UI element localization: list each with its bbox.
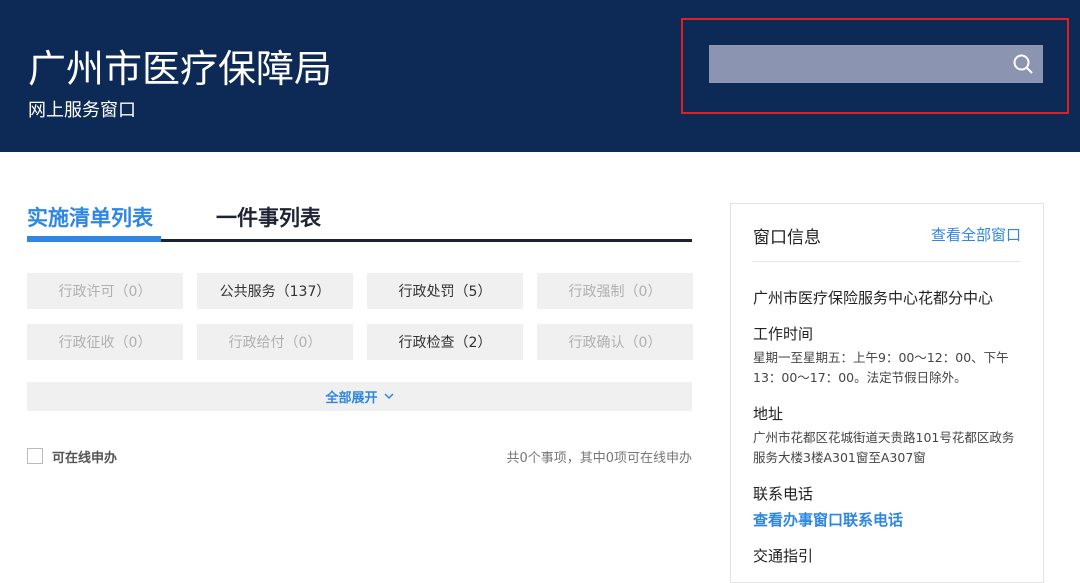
- category-admin-payment[interactable]: 行政给付（0）: [197, 324, 353, 360]
- panel-title: 窗口信息: [753, 228, 821, 248]
- tab-one-thing-list[interactable]: 一件事列表: [216, 202, 321, 232]
- window-info-panel: 窗口信息 查看全部窗口 广州市医疗保险服务中心花都分中心 工作时间 星期一至星期…: [730, 203, 1044, 583]
- chevron-down-icon: [383, 393, 394, 400]
- category-admin-confirmation[interactable]: 行政确认（0）: [537, 324, 693, 360]
- page-subtitle: 网上服务窗口: [28, 100, 136, 121]
- address-heading: 地址: [753, 405, 784, 423]
- phone-heading: 联系电话: [753, 485, 814, 503]
- expand-all-label: 全部展开: [325, 391, 378, 406]
- view-all-windows-link[interactable]: 查看全部窗口: [931, 224, 1021, 245]
- online-checkbox[interactable]: [27, 448, 43, 464]
- category-public-service[interactable]: 公共服务（137）: [197, 273, 353, 309]
- hours-text: 星期一至星期五：上午9：00～12：00、下午13：00～17：00。法定节假日…: [753, 350, 1009, 385]
- online-checkbox-label: 可在线申办: [52, 451, 118, 466]
- panel-divider: [753, 261, 1021, 262]
- center-name: 广州市医疗保险服务中心花都分中心: [753, 289, 994, 307]
- category-admin-penalty[interactable]: 行政处罚（5）: [367, 273, 523, 309]
- tab-implementation-list[interactable]: 实施清单列表: [27, 202, 153, 232]
- category-admin-license[interactable]: 行政许可（0）: [27, 273, 183, 309]
- search-input[interactable]: [709, 45, 1043, 83]
- category-admin-inspection[interactable]: 行政检查（2）: [367, 324, 523, 360]
- page-title: 广州市医疗保障局: [28, 47, 333, 91]
- active-tab-indicator: [27, 236, 161, 242]
- traffic-heading: 交通指引: [753, 547, 814, 565]
- category-admin-enforcement[interactable]: 行政强制（0）: [537, 273, 693, 309]
- tab-bar: 实施清单列表 一件事列表: [27, 196, 692, 242]
- search-icon[interactable]: [1012, 53, 1034, 75]
- view-phone-link[interactable]: 查看办事窗口联系电话: [753, 509, 903, 530]
- address-text: 广州市花都区花城街道天贵路101号花都区政务服务大楼3楼A301窗至A307窗: [753, 430, 1015, 465]
- expand-all-button[interactable]: 全部展开: [27, 382, 692, 411]
- stats-text: 共0个事项，其中0项可在线申办: [506, 451, 692, 466]
- hours-heading: 工作时间: [753, 325, 814, 343]
- category-admin-levy[interactable]: 行政征收（0）: [27, 324, 183, 360]
